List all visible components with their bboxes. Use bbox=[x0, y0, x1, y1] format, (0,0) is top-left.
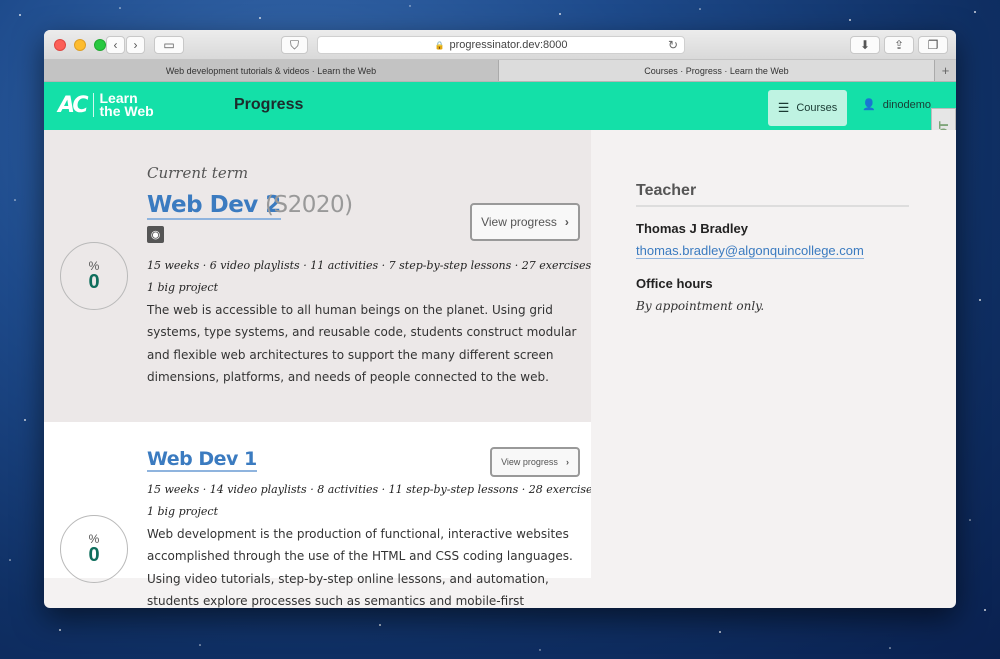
progress-value: 0 bbox=[88, 271, 100, 293]
progress-circle: % 0 bbox=[60, 242, 128, 310]
course-meta: 15 weeks · 14 video playlists · 8 activi… bbox=[147, 479, 605, 523]
zoom-window-button[interactable] bbox=[94, 39, 106, 51]
hamburger-icon: ☰ bbox=[777, 100, 790, 115]
chevron-right-icon: › bbox=[133, 38, 138, 52]
course-meta-line2: 1 big project bbox=[147, 281, 219, 294]
page-title: Progress bbox=[234, 96, 304, 113]
privacy-button[interactable]: ⛉ bbox=[281, 36, 308, 54]
shield-icon: ⛉ bbox=[289, 37, 299, 52]
course-meta-line2: 1 big project bbox=[147, 505, 219, 518]
view-progress-button[interactable]: View progress › bbox=[490, 447, 580, 477]
view-progress-label: View progress bbox=[481, 215, 557, 229]
teacher-divider bbox=[636, 205, 909, 207]
forward-button[interactable]: › bbox=[126, 36, 145, 54]
tab-label: Web development tutorials & videos · Lea… bbox=[165, 65, 377, 76]
share-button[interactable]: ⇪ bbox=[884, 36, 914, 54]
minimize-window-button[interactable] bbox=[74, 39, 86, 51]
user-menu[interactable]: 👤 dinodemo bbox=[862, 98, 932, 112]
username: dinodemo bbox=[882, 98, 932, 111]
tabs-overview-button[interactable]: ❐ bbox=[918, 36, 948, 54]
view-progress-button[interactable]: View progress › bbox=[470, 203, 580, 241]
office-hours-value: By appointment only. bbox=[636, 299, 765, 313]
logo-mark: AC bbox=[58, 92, 88, 118]
window-controls bbox=[54, 39, 106, 51]
rss-feed-icon[interactable]: ◉ bbox=[147, 226, 164, 243]
progress-value: 0 bbox=[88, 544, 100, 566]
course-meta-line1: 15 weeks · 14 video playlists · 8 activi… bbox=[147, 483, 606, 496]
logo-text-line2: the Web bbox=[99, 103, 154, 119]
tabs-icon: ❐ bbox=[927, 38, 939, 52]
sidebar-icon: ▭ bbox=[163, 38, 175, 52]
view-progress-label: View progress bbox=[501, 457, 558, 467]
address-bar[interactable]: 🔒 progressinator.dev:8000 ↻ bbox=[317, 36, 685, 54]
course-card-current: % 0 Current term Web Dev 2 (S2020) ◉ Vie… bbox=[44, 130, 614, 422]
close-window-button[interactable] bbox=[54, 39, 66, 51]
tab-label: Courses · Progress · Learn the Web bbox=[644, 65, 789, 76]
lock-icon: 🔒 bbox=[434, 40, 445, 50]
progress-circle: % 0 bbox=[60, 515, 128, 583]
tab-courses-progress[interactable]: Courses · Progress · Learn the Web bbox=[499, 60, 934, 81]
user-icon: 👤 bbox=[862, 99, 876, 111]
downloads-button[interactable]: ⬇ bbox=[850, 36, 880, 54]
tab-bar: Web development tutorials & videos · Lea… bbox=[44, 60, 956, 82]
logo-divider bbox=[92, 93, 94, 117]
sidebar-toggle-button[interactable]: ▭ bbox=[154, 36, 184, 54]
chevron-right-icon: › bbox=[565, 457, 569, 467]
course-title-link[interactable]: Web Dev 2 bbox=[147, 192, 281, 220]
chevron-left-icon: ‹ bbox=[113, 38, 118, 52]
course-season-text: (S2020) bbox=[265, 192, 353, 218]
teacher-name: Thomas J Bradley bbox=[636, 221, 748, 236]
teacher-panel: Teacher Thomas J Bradley thomas.bradley@… bbox=[591, 130, 956, 578]
url-text: progressinator.dev:8000 bbox=[449, 39, 568, 51]
back-button[interactable]: ‹ bbox=[106, 36, 125, 54]
browser-titlebar: ‹ › ▭ ⛉ 🔒 progressinator.dev:8000 ↻ ⬇ ⇪ … bbox=[44, 30, 956, 60]
current-term-label: Current term bbox=[147, 164, 249, 182]
download-icon: ⬇ bbox=[859, 38, 871, 52]
course-description: The web is accessible to all human being… bbox=[147, 303, 577, 385]
logo-text: Learn the Web bbox=[99, 91, 154, 119]
courses-label: Courses bbox=[796, 102, 838, 114]
plus-icon: + bbox=[941, 63, 950, 78]
course-description: Web development is the production of fun… bbox=[147, 527, 573, 608]
course-title: Web Dev 2 bbox=[147, 192, 281, 218]
office-hours-heading: Office hours bbox=[636, 276, 713, 291]
course-season: (S2020) bbox=[265, 192, 353, 218]
chevron-right-icon: › bbox=[564, 215, 569, 229]
course-meta: 15 weeks · 6 video playlists · 11 activi… bbox=[147, 255, 598, 299]
course-title: Web Dev 1 bbox=[147, 448, 257, 470]
course-title-link[interactable]: Web Dev 1 bbox=[147, 448, 257, 472]
courses-menu-button[interactable]: ☰ Courses bbox=[768, 90, 847, 126]
site-logo[interactable]: AC Learn the Web bbox=[58, 91, 154, 119]
teacher-email-link[interactable]: thomas.bradley@algonquincollege.com bbox=[636, 243, 864, 259]
main-content: % 0 Current term Web Dev 2 (S2020) ◉ Vie… bbox=[44, 130, 956, 608]
share-icon: ⇪ bbox=[893, 38, 905, 52]
reload-icon[interactable]: ↻ bbox=[668, 38, 678, 52]
app-header: AC Learn the Web Progress ☰ Courses 👤 di… bbox=[44, 82, 956, 130]
tab-learn-the-web[interactable]: Web development tutorials & videos · Lea… bbox=[44, 60, 499, 81]
teacher-heading: Teacher bbox=[636, 182, 697, 199]
new-tab-button[interactable]: + bbox=[934, 60, 956, 81]
course-meta-line1: 15 weeks · 6 video playlists · 11 activi… bbox=[147, 259, 599, 272]
browser-window: ‹ › ▭ ⛉ 🔒 progressinator.dev:8000 ↻ ⬇ ⇪ … bbox=[44, 30, 956, 608]
